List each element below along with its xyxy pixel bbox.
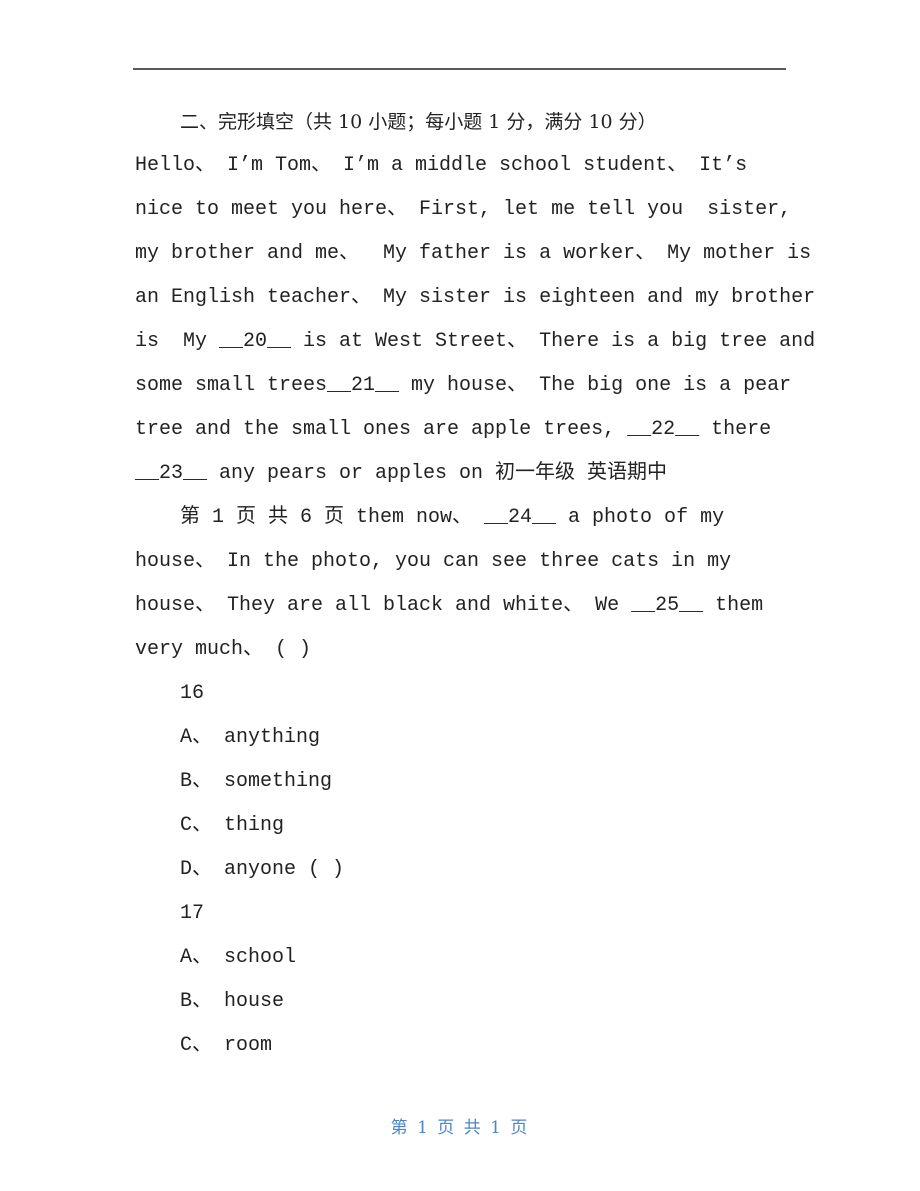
- question-17: 17 A、 school B、 house C、 room: [135, 892, 795, 1068]
- option-letter: B、: [180, 990, 213, 1013]
- passage-line: house、 In the photo, you can see three c…: [135, 550, 732, 573]
- option-c[interactable]: C、 room: [135, 1024, 795, 1068]
- option-text: anyone ( ): [224, 858, 345, 881]
- header-rule: [133, 68, 786, 70]
- passage-line: nice to meet you here、 First, let me tel…: [135, 198, 792, 221]
- question-number: 16: [180, 682, 205, 705]
- option-b[interactable]: B、 house: [135, 980, 795, 1024]
- passage-line: my brother and me、 My father is a worker…: [135, 242, 812, 265]
- question-16: 16 A、 anything B、 something C、 thing D、 …: [135, 672, 795, 892]
- passage-line: some small trees__21__ my house、 The big…: [135, 374, 792, 397]
- option-c[interactable]: C、 thing: [135, 804, 795, 848]
- passage-line: is My __20__ is at West Street、 There is…: [135, 330, 816, 353]
- passage-line: tree and the small ones are apple trees,…: [135, 418, 772, 441]
- option-b[interactable]: B、 something: [135, 760, 795, 804]
- question-number: 17: [180, 902, 205, 925]
- option-letter: A、: [180, 726, 213, 749]
- option-a[interactable]: A、 anything: [135, 716, 795, 760]
- option-letter: C、: [180, 1034, 213, 1057]
- option-letter: A、: [180, 946, 213, 969]
- option-a[interactable]: A、 school: [135, 936, 795, 980]
- option-text: room: [224, 1034, 273, 1057]
- option-letter: C、: [180, 814, 213, 837]
- option-d[interactable]: D、 anyone ( ): [135, 848, 795, 892]
- passage-line: __23__ any pears or apples on 初一年级 英语期中: [135, 462, 668, 485]
- option-text: anything: [224, 726, 321, 749]
- page-footer: 第 1 页 共 1 页: [390, 1118, 530, 1138]
- option-text: house: [224, 990, 285, 1013]
- option-letter: D、: [180, 858, 213, 881]
- section-title: 二、完形填空（共 10 小题；每小题 1 分，满分 10 分）: [180, 111, 657, 133]
- passage-line: an English teacher、 My sister is eightee…: [135, 286, 816, 309]
- passage-line: 第 1 页 共 6 页 them now、 __24__ a photo of …: [180, 506, 725, 529]
- passage-line: house、 They are all black and white、 We …: [135, 594, 764, 617]
- option-text: something: [224, 770, 333, 793]
- passage-line: Hello、 I’m Tom、 I’m a middle school stud…: [135, 154, 748, 177]
- document-body: 二、完形填空（共 10 小题；每小题 1 分，满分 10 分） Hello、 I…: [135, 100, 816, 1068]
- option-text: thing: [224, 814, 285, 837]
- passage: Hello、 I’m Tom、 I’m a middle school stud…: [135, 144, 816, 672]
- option-text: school: [224, 946, 297, 969]
- passage-line: very much、 ( ): [135, 638, 312, 661]
- option-letter: B、: [180, 770, 213, 793]
